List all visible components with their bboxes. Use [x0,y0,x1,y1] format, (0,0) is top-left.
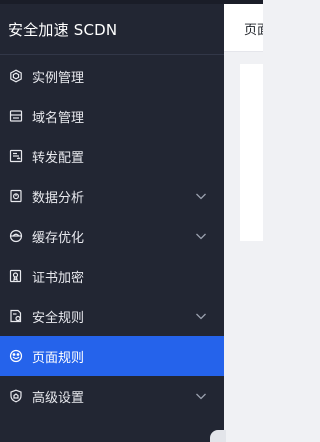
instance-cube-icon [9,69,23,83]
sidebar-item-domain-management[interactable]: 域名管理 [0,96,224,136]
sidebar-item-forward-config[interactable]: 转发配置 [0,136,224,176]
certificate-icon [9,269,23,283]
sidebar-item-security-rules[interactable]: 安全规则 [0,296,224,336]
chevron-down-icon [194,389,208,403]
content-card [240,64,263,241]
advanced-settings-icon [9,389,23,403]
sidebar-item-certificate[interactable]: 证书加密 [0,256,224,296]
sidebar-collapse-toggle[interactable] [210,430,226,442]
cache-optimize-icon [9,229,23,243]
sidebar-item-label: 高级设置 [32,390,85,406]
sidebar: 安全加速 SCDN 实例管理 域名管理 转发配置 数据分析 缓存优化 证书加密 … [0,0,224,442]
sidebar-item-label: 证书加密 [32,270,85,286]
sidebar-item-label: 域名管理 [32,110,85,126]
sidebar-item-advanced-settings[interactable]: 高级设置 [0,376,224,416]
sidebar-item-cache-optimize[interactable]: 缓存优化 [0,216,224,256]
security-rule-icon [9,309,23,323]
sidebar-item-label: 安全规则 [32,310,85,326]
sidebar-item-label: 实例管理 [32,70,85,86]
chevron-down-icon [194,309,208,323]
sidebar-item-instance-management[interactable]: 实例管理 [0,56,224,96]
sidebar-item-label: 转发配置 [32,150,85,166]
page-header: 页面 [224,4,263,52]
sidebar-item-label: 缓存优化 [32,230,85,246]
forward-config-icon [9,149,23,163]
sidebar-item-label: 页面规则 [32,350,85,366]
sidebar-item-data-analysis[interactable]: 数据分析 [0,176,224,216]
sidebar-item-page-rules[interactable]: 页面规则 [0,336,224,376]
chevron-down-icon [194,189,208,203]
page-title: 页面 [244,23,263,38]
page-rule-icon [9,349,23,363]
domain-list-icon [9,109,23,123]
sidebar-item-label: 数据分析 [32,190,85,206]
product-title: 安全加速 SCDN [0,4,224,55]
chevron-down-icon [194,229,208,243]
data-analysis-icon [9,189,23,203]
sidebar-menu: 实例管理 域名管理 转发配置 数据分析 缓存优化 证书加密 安全规则 页面规则 … [0,56,224,416]
